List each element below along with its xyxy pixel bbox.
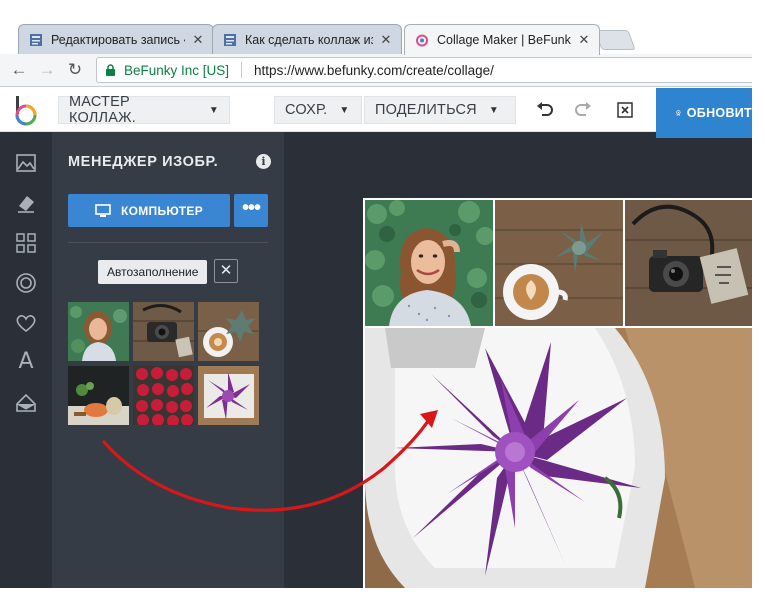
share-menu[interactable]: ПОДЕЛИТЬСЯ ▼ xyxy=(364,96,516,124)
eraser-icon[interactable] xyxy=(15,192,37,214)
befunky-logo-icon xyxy=(416,34,428,47)
tab-title: Редактировать запись ‹ xyxy=(51,32,185,47)
security-label: BeFunky Inc [US] xyxy=(124,62,230,78)
lock-icon xyxy=(106,64,115,76)
separator xyxy=(241,62,243,78)
befunky-logo-icon[interactable] xyxy=(12,96,40,126)
save-menu-label: СОХР. xyxy=(285,102,328,118)
document-icon xyxy=(224,33,236,46)
close-icon[interactable]: ✕ xyxy=(577,32,591,48)
collage-canvas xyxy=(363,198,752,588)
image-thumbnails xyxy=(68,302,260,428)
close-project-button[interactable] xyxy=(608,96,642,124)
thumbnail-succulent[interactable] xyxy=(198,366,259,425)
undo-icon xyxy=(537,102,553,116)
new-tab-button[interactable] xyxy=(594,30,636,50)
upgrade-button[interactable]: ОБНОВИТ xyxy=(656,88,752,138)
thumbnail-woman[interactable] xyxy=(68,302,129,361)
browser-tabstrip: Редактировать запись ‹ ✕ Как сделать кол… xyxy=(0,0,752,55)
share-menu-label: ПОДЕЛИТЬСЯ xyxy=(375,102,477,118)
collage-layout-menu[interactable]: МАСТЕР КОЛЛАЖ. ▼ xyxy=(58,94,230,126)
save-menu[interactable]: СОХР. ▼ xyxy=(274,96,362,124)
grid-icon[interactable] xyxy=(15,232,37,254)
monitor-icon xyxy=(95,203,111,217)
redo-button[interactable] xyxy=(566,96,600,124)
collage-cell-succulent[interactable] xyxy=(365,328,752,588)
thumbnail-raspberries[interactable] xyxy=(133,366,194,425)
address-bar[interactable]: BeFunky Inc [US] https://www.befunky.com… xyxy=(96,57,752,83)
tab-edit-post[interactable]: Редактировать запись ‹ ✕ xyxy=(18,24,214,54)
computer-button-label: КОМПЬЮТЕР xyxy=(120,203,204,218)
collage-cell-coffee[interactable] xyxy=(495,200,623,326)
upload-computer-button[interactable]: КОМПЬЮТЕР xyxy=(68,194,230,227)
tab-title: Collage Maker | BeFunky xyxy=(437,33,571,47)
chevron-down-icon: ▼ xyxy=(339,104,350,116)
undo-button[interactable] xyxy=(528,96,562,124)
heart-icon[interactable] xyxy=(15,312,37,334)
browser-toolbar: ← → ↻ BeFunky Inc [US] https://www.befun… xyxy=(0,54,752,87)
chevron-down-icon: ▼ xyxy=(208,104,219,116)
text-icon[interactable]: A xyxy=(15,351,37,373)
collage-cell-woman[interactable] xyxy=(365,200,493,326)
tab-title: Как сделать коллаж из ф xyxy=(245,32,373,47)
info-icon[interactable]: i xyxy=(256,154,271,169)
clear-images-button[interactable]: ✕ xyxy=(214,259,238,283)
tab-collage-article[interactable]: Как сделать коллаж из ф ✕ xyxy=(212,24,402,54)
thumbnail-coffee[interactable] xyxy=(198,302,259,361)
panel-title: МЕНЕДЖЕР ИЗОБР. xyxy=(68,154,219,170)
tool-rail: A xyxy=(0,132,52,588)
close-icon[interactable]: ✕ xyxy=(191,32,205,48)
redo-icon xyxy=(575,102,591,116)
page-edge-bottom xyxy=(0,588,765,598)
close-icon[interactable]: ✕ xyxy=(379,32,393,48)
thumbnail-food[interactable] xyxy=(68,366,129,425)
image-manager-panel: МЕНЕДЖЕР ИЗОБР. i КОМПЬЮТЕР ••• Автозапо… xyxy=(52,132,284,588)
app-header: МАСТЕР КОЛЛАЖ. ▼ СОХР. ▼ ПОДЕЛИТЬСЯ ▼ xyxy=(0,88,752,132)
document-icon xyxy=(30,33,42,46)
collage-cell-camera[interactable] xyxy=(625,200,752,326)
more-sources-button[interactable]: ••• xyxy=(234,194,268,227)
badge-icon xyxy=(676,110,681,116)
shape-icon[interactable] xyxy=(15,392,37,414)
upgrade-label: ОБНОВИТ xyxy=(686,106,752,120)
page-edge-right xyxy=(752,0,765,598)
forward-arrow-icon[interactable]: → xyxy=(36,59,58,81)
close-box-icon xyxy=(617,102,633,118)
reload-icon[interactable]: ↻ xyxy=(64,59,86,81)
divider xyxy=(68,242,268,243)
image-icon[interactable] xyxy=(15,152,37,174)
tab-collage-maker[interactable]: Collage Maker | BeFunky ✕ xyxy=(404,24,600,55)
chevron-down-icon: ▼ xyxy=(488,104,499,116)
layout-menu-label: МАСТЕР КОЛЛАЖ. xyxy=(69,94,136,126)
thumbnail-camera[interactable] xyxy=(133,302,194,361)
circle-icon[interactable] xyxy=(15,272,37,294)
autofill-button[interactable]: Автозаполнение xyxy=(98,260,208,284)
url-text: https://www.befunky.com/create/collage/ xyxy=(254,62,494,78)
back-arrow-icon[interactable]: ← xyxy=(8,59,30,81)
